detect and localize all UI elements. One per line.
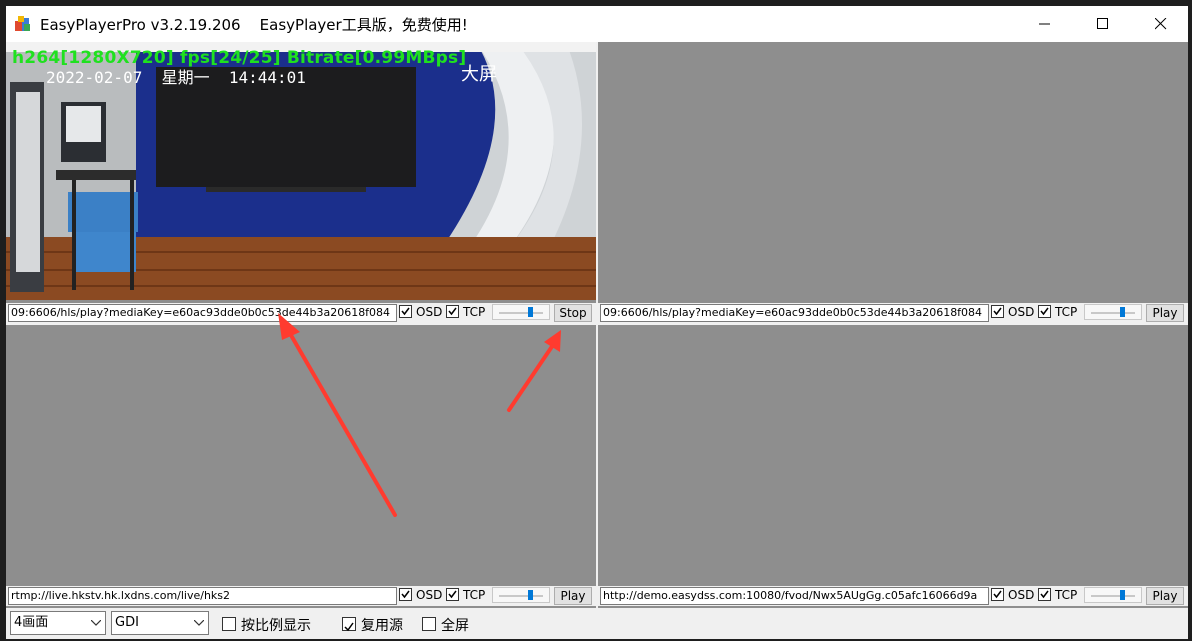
video-pane-3[interactable]: rtmp://live.hkstv.hk.lxdns.com/live/hks2… [6,325,596,608]
stream-url-input[interactable]: http://demo.easydss.com:10080/fvod/Nwx5A… [600,587,989,605]
pane-controls: 09:6606/hls/play?mediaKey=e60ac93dde0b0c… [6,303,596,323]
osd-checkbox[interactable] [991,305,1004,318]
aspect-ratio-label: 按比例显示 [241,618,311,634]
fullscreen-checkbox[interactable] [422,617,436,631]
osd-checkbox[interactable] [399,305,412,318]
stream-info-osd: h264[1280X720] fps[24/25] Bitrate[0.99MB… [12,48,467,68]
slider-track [499,312,543,314]
check-icon [448,590,457,599]
window-title: EasyPlayerPro v3.2.19.206 EasyPlayer工具版，… [40,16,468,34]
slider-track [1091,312,1135,314]
check-icon [448,307,457,316]
tcp-checkbox[interactable] [1038,305,1051,318]
video-pane-4[interactable]: http://demo.easydss.com:10080/fvod/Nwx5A… [598,325,1188,608]
tcp-label: TCP [463,305,486,319]
minimize-button[interactable] [1016,6,1074,42]
player-grid: 2022-02-07 星期一 14:44:01 大屏 h264[1280X720… [6,42,1188,639]
slider-thumb[interactable] [528,590,533,600]
volume-slider[interactable] [492,304,550,320]
pane-controls: http://demo.easydss.com:10080/fvod/Nwx5A… [598,586,1188,606]
volume-slider[interactable] [1084,587,1142,603]
play-button[interactable]: Play [1146,587,1184,605]
maximize-icon [1097,18,1108,29]
tcp-label: TCP [463,588,486,602]
tcp-checkbox[interactable] [1038,588,1051,601]
reuse-source-checkbox[interactable] [342,617,356,632]
slider-thumb[interactable] [1120,307,1125,317]
slider-thumb[interactable] [528,307,533,317]
check-icon [993,590,1002,599]
camera-label: 大屏 [461,64,497,85]
aspect-ratio-checkbox[interactable] [222,617,236,631]
check-icon [344,622,354,632]
bottom-toolbar: 4画面 GDI 按比例显示 复用源 全屏 [6,608,1188,639]
tcp-checkbox[interactable] [446,588,459,601]
app-logo-icon [14,15,32,33]
play-button[interactable]: Play [554,587,592,605]
osd-label: OSD [1008,305,1035,319]
chevron-down-icon [91,620,101,626]
slider-track [499,595,543,597]
check-icon [401,590,410,599]
osd-checkbox[interactable] [991,588,1004,601]
chevron-down-icon [194,620,204,626]
stream-url-input[interactable]: 09:6606/hls/play?mediaKey=e60ac93dde0b0c… [600,304,989,322]
close-button[interactable] [1132,6,1190,42]
slider-thumb[interactable] [1120,590,1125,600]
tcp-label: TCP [1055,588,1078,602]
render-select-value: GDI [115,615,139,630]
layout-select-value: 4画面 [14,615,49,630]
volume-slider[interactable] [492,587,550,603]
close-icon [1155,18,1167,30]
stop-button[interactable]: Stop [554,304,592,322]
check-icon [993,307,1002,316]
tcp-label: TCP [1055,305,1078,319]
fullscreen-label: 全屏 [441,618,469,634]
reuse-source-label: 复用源 [361,618,403,634]
check-icon [1040,307,1049,316]
tcp-checkbox[interactable] [446,305,459,318]
osd-label: OSD [1008,588,1035,602]
osd-label: OSD [416,588,443,602]
pane-controls: 09:6606/hls/play?mediaKey=e60ac93dde0b0c… [598,303,1188,323]
video-frame: 2022-02-07 星期一 14:44:01 大屏 h264[1280X720… [6,42,596,300]
layout-select[interactable]: 4画面 [10,611,106,635]
stream-url-input[interactable]: rtmp://live.hkstv.hk.lxdns.com/live/hks2 [8,587,397,605]
minimize-icon [1039,23,1050,25]
osd-checkbox[interactable] [399,588,412,601]
stream-url-input[interactable]: 09:6606/hls/play?mediaKey=e60ac93dde0b0c… [8,304,397,322]
slider-track [1091,595,1135,597]
osd-label: OSD [416,305,443,319]
play-button[interactable]: Play [1146,304,1184,322]
maximize-button[interactable] [1074,6,1132,42]
pane-controls: rtmp://live.hkstv.hk.lxdns.com/live/hks2… [6,586,596,606]
volume-slider[interactable] [1084,304,1142,320]
check-icon [1040,590,1049,599]
title-bar: EasyPlayerPro v3.2.19.206 EasyPlayer工具版，… [6,6,1188,42]
video-pane-1[interactable]: 2022-02-07 星期一 14:44:01 大屏 h264[1280X720… [6,42,596,323]
render-mode-select[interactable]: GDI [111,611,209,635]
check-icon [401,307,410,316]
video-pane-2[interactable]: 09:6606/hls/play?mediaKey=e60ac93dde0b0c… [598,42,1188,323]
